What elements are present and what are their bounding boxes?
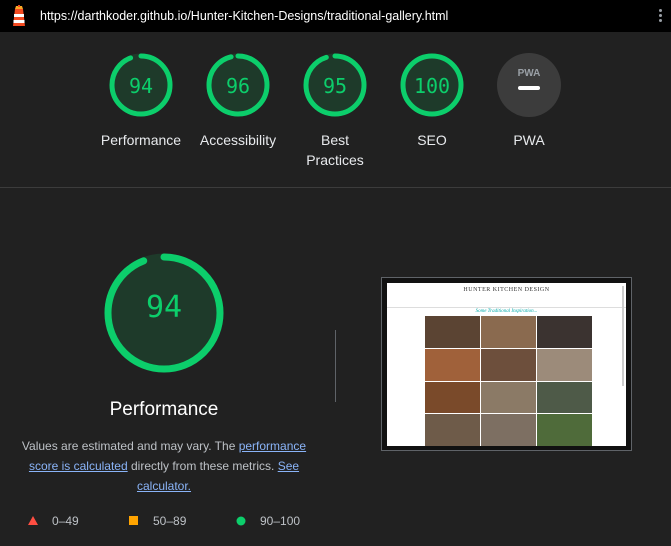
screenshot-page: HUNTER KITCHEN DESIGN Some Traditional I… [387,283,626,446]
legend-range: 90–100 [260,514,301,528]
gallery-photo [481,414,536,446]
triangle-icon [28,516,38,525]
gallery-photo [425,316,480,348]
gauge-label: PWA [513,132,545,148]
gallery-photo [481,348,536,381]
address-bar: https://darthkoder.github.io/Hunter-Kitc… [0,0,671,32]
legend-range: 50–89 [153,514,187,528]
screenshot-site-title: HUNTER KITCHEN DESIGN [463,287,550,293]
gauge-best-practices[interactable]: 95 Best Practices [285,52,385,170]
gallery-photo [537,348,592,381]
gauge-score: 100 [413,74,451,98]
gauge-label: Performance [100,132,182,148]
main-score: 94 [145,290,183,325]
gauge-accessibility[interactable]: 96 Accessibility [188,52,288,150]
gallery-photo [537,414,592,446]
screenshot-tagline: Some Traditional Inspiration... [475,309,538,314]
gauge-seo[interactable]: 100 SEO [382,52,482,150]
gauge-score: 95 [322,74,348,98]
score-description: Values are estimated and may vary. The p… [14,436,314,496]
gallery-photo [425,381,480,414]
vertical-divider [335,330,336,402]
legend-average: 50–89 [129,514,186,528]
legend-range: 0–49 [52,514,79,528]
pwa-badge-text: PWA [518,68,541,79]
legend-fail: 0–49 [28,514,79,528]
page-screenshot-thumbnail[interactable]: HUNTER KITCHEN DESIGN Some Traditional I… [381,277,632,451]
screenshot-gallery [425,316,592,446]
screenshot-nav-line [387,307,626,308]
gallery-photo [425,348,480,381]
gauge-performance[interactable]: 94 Performance [91,52,191,150]
legend-pass: 90–100 [236,514,300,528]
desc-text-1: Values are estimated and may vary. The [21,439,239,453]
gauge-label: Best Practices [306,132,364,168]
gallery-photo [481,381,536,414]
lighthouse-icon [13,5,25,26]
pwa-dash-icon [518,86,540,90]
gallery-photo [481,316,536,348]
gauge-label: SEO [417,132,447,148]
gallery-photo [537,381,592,414]
page-url[interactable]: https://darthkoder.github.io/Hunter-Kitc… [40,9,448,23]
gauge-pwa[interactable]: PWA PWA [479,52,579,150]
gauge-score: 94 [128,74,154,98]
circle-icon [236,516,246,526]
category-gauges: 94 Performance 96 Accessibility 95 Best … [0,32,671,187]
gauge-score: 96 [225,74,251,98]
desc-text-2: directly from these metrics. [127,459,278,473]
section-divider [0,187,671,188]
pwa-badge-icon: PWA [497,53,561,117]
screenshot-scrollbar [622,286,624,386]
gallery-photo [425,414,480,446]
gallery-photo [537,316,592,348]
more-options-icon[interactable] [659,9,663,25]
square-icon [129,516,138,525]
gauge-label: Accessibility [199,132,277,148]
main-title: Performance [109,399,219,420]
